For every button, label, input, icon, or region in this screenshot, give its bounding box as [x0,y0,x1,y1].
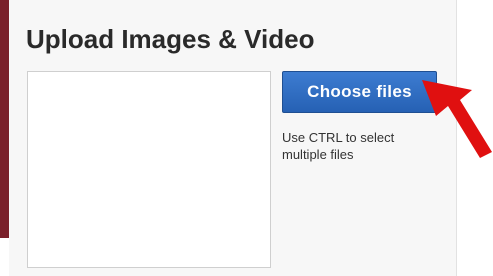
upload-dialog-screen: Upload Images & Video Choose files Use C… [0,0,493,276]
panel-title: Upload Images & Video [26,24,315,54]
file-preview-area [27,71,271,268]
upload-panel: Upload Images & Video Choose files Use C… [9,0,457,276]
left-accent-border [0,0,9,238]
red-arrow-icon [422,80,492,158]
choose-files-button[interactable]: Choose files [282,71,437,113]
